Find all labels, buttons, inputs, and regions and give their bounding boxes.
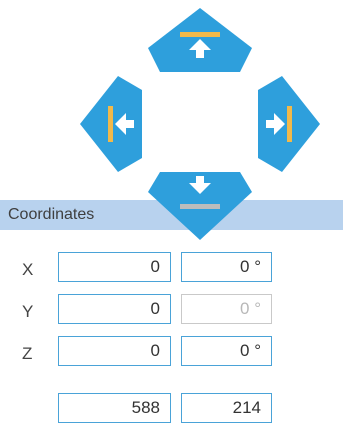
axis-label-x: X: [22, 260, 34, 279]
z-position-field[interactable]: 0: [58, 336, 171, 366]
readout-field-b[interactable]: 214: [181, 393, 272, 423]
y-position-field[interactable]: 0: [58, 294, 171, 324]
move-to-bottom-button[interactable]: [148, 172, 252, 240]
coordinates-title: Coordinates: [8, 206, 95, 223]
move-to-top-button[interactable]: [148, 8, 252, 72]
move-to-left-button[interactable]: [80, 76, 142, 172]
readout-field-a[interactable]: 588: [58, 393, 171, 423]
x-position-field[interactable]: 0: [58, 252, 171, 282]
move-to-right-button[interactable]: [258, 76, 320, 172]
x-angle-field[interactable]: 0 °: [181, 252, 272, 282]
y-angle-field: 0 °: [181, 294, 272, 324]
axis-label-z: Z: [22, 344, 33, 363]
axis-label-y: Y: [22, 302, 34, 321]
z-angle-field[interactable]: 0 °: [181, 336, 272, 366]
